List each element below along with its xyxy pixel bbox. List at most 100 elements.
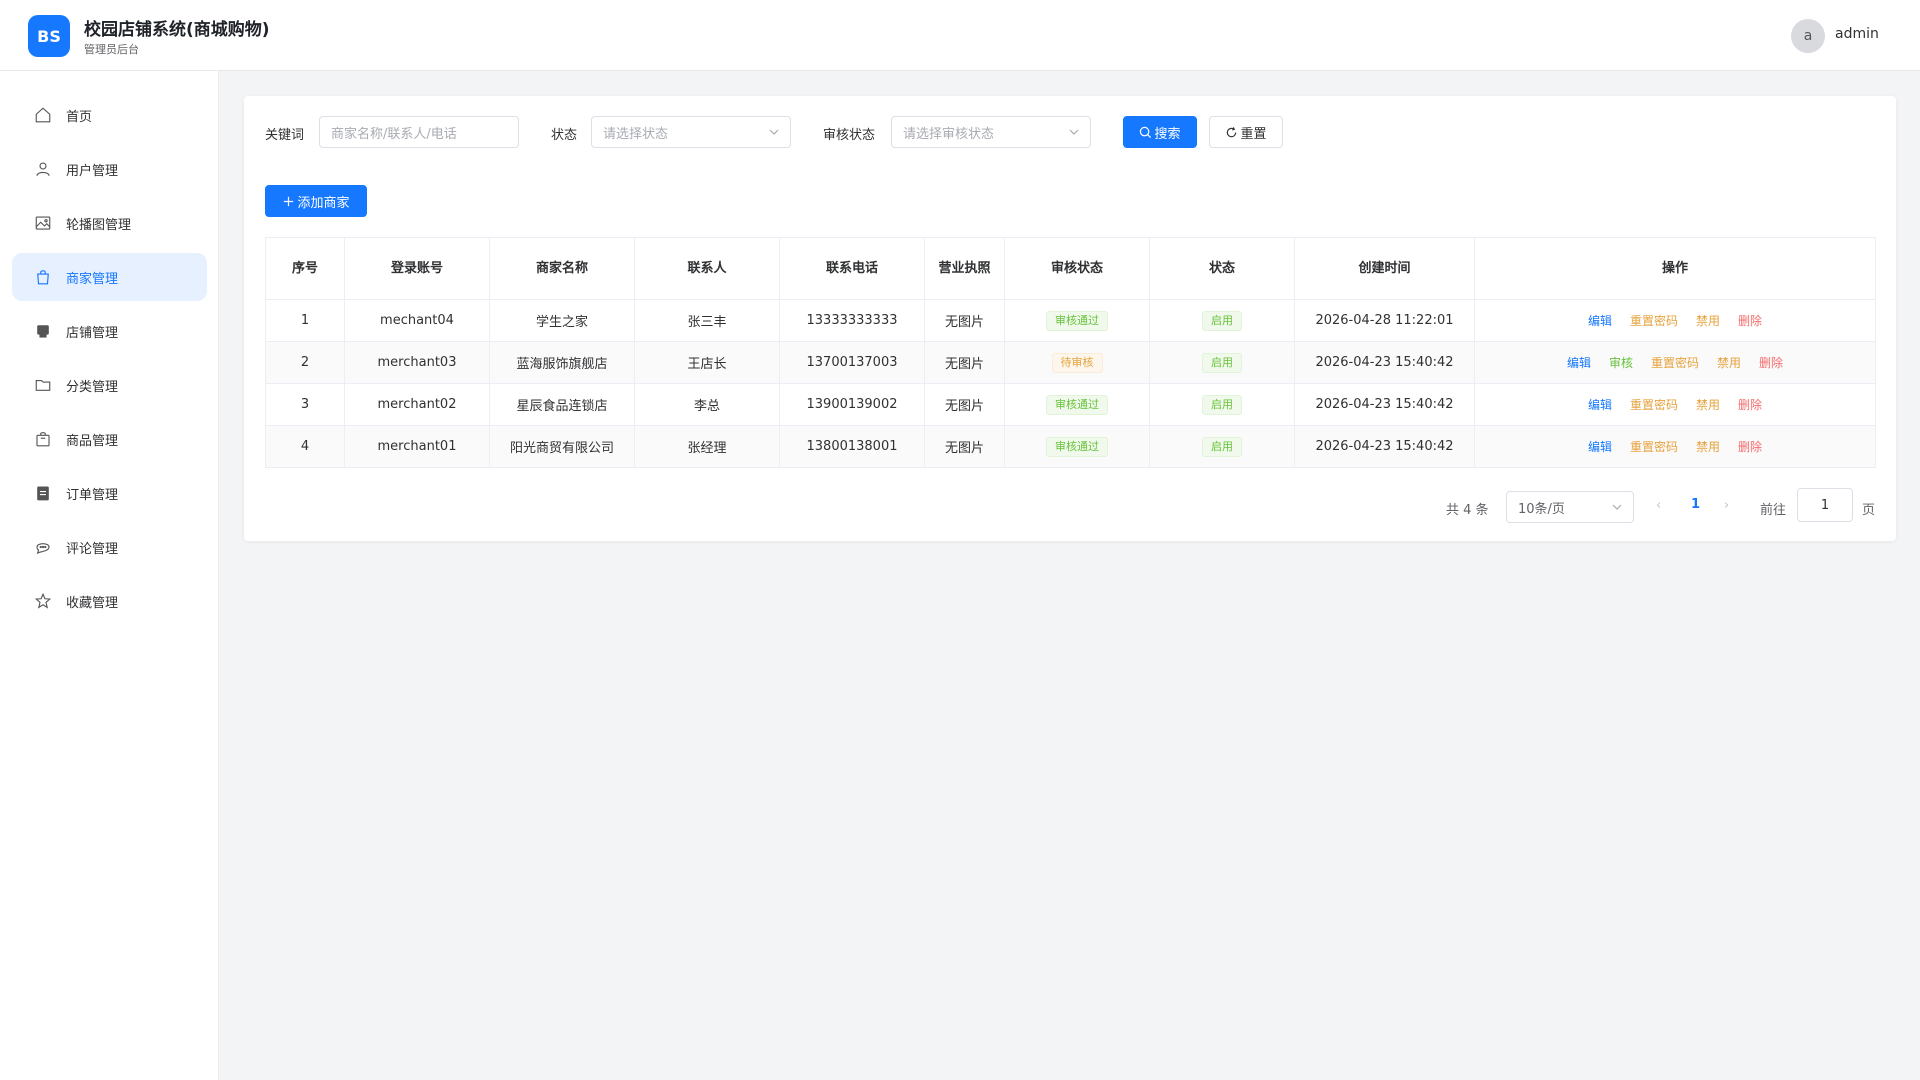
cell-index: 4 <box>265 425 345 468</box>
reset-password-link[interactable]: 重置密码 <box>1630 398 1678 412</box>
edit-link[interactable]: 编辑 <box>1588 440 1612 454</box>
keyword-label: 关键词 <box>265 128 305 143</box>
cell-status: 启用 <box>1149 299 1295 342</box>
home-icon <box>35 107 51 123</box>
column-header: 创建时间 <box>1294 237 1475 300</box>
table-row: 1 mechant04 学生之家 张三丰 13333333333 无图片 审核通… <box>265 299 1876 342</box>
sidebar-item-users[interactable]: 用户管理 <box>12 145 207 193</box>
cell-license: 无图片 <box>924 341 1005 384</box>
cell-phone: 13800138001 <box>779 425 925 468</box>
sidebar-item-label: 评论管理 <box>66 541 119 557</box>
prev-page-icon[interactable]: ‹ <box>1656 498 1661 513</box>
audit-link[interactable]: 审核 <box>1609 356 1633 370</box>
username[interactable]: admin <box>1835 26 1879 42</box>
audit-select-placeholder: 请选择审核状态 <box>903 126 995 142</box>
audit-status-label: 审核状态 <box>823 128 876 143</box>
reset-password-link[interactable]: 重置密码 <box>1651 356 1699 370</box>
merchant-table: 序号 登录账号 商家名称 联系人 联系电话 营业执照 审核状态 状态 创建时间 … <box>265 237 1876 468</box>
delete-link[interactable]: 删除 <box>1759 356 1783 370</box>
cell-account: merchant03 <box>344 341 490 384</box>
sidebar-item-orders[interactable]: 订单管理 <box>12 469 207 517</box>
delete-link[interactable]: 删除 <box>1738 314 1762 328</box>
cell-license: 无图片 <box>924 425 1005 468</box>
sidebar-item-label: 轮播图管理 <box>66 217 132 233</box>
sidebar-item-comments[interactable]: 评论管理 <box>12 523 207 571</box>
column-header: 登录账号 <box>344 237 490 300</box>
cell-contact: 王店长 <box>634 341 780 384</box>
status-label: 状态 <box>551 128 578 143</box>
cell-license: 无图片 <box>924 299 1005 342</box>
disable-link[interactable]: 禁用 <box>1696 398 1720 412</box>
refresh-icon <box>1227 126 1237 137</box>
chevron-down-icon <box>1612 504 1622 510</box>
sidebar-item-label: 店铺管理 <box>66 325 119 341</box>
status-badge: 启用 <box>1202 352 1242 373</box>
sidebar-item-banners[interactable]: 轮播图管理 <box>12 199 207 247</box>
search-button-label: 搜索 <box>1154 126 1181 142</box>
delete-link[interactable]: 删除 <box>1738 440 1762 454</box>
table-row: 2 merchant03 蓝海服饰旗舰店 王店长 13700137003 无图片… <box>265 341 1876 384</box>
cell-name: 阳光商贸有限公司 <box>489 425 635 468</box>
cell-phone: 13333333333 <box>779 299 925 342</box>
chat-icon <box>36 543 50 555</box>
sidebar-item-label: 订单管理 <box>66 487 119 503</box>
sidebar-item-shops[interactable]: 店铺管理 <box>12 307 207 355</box>
plus-icon <box>284 196 294 206</box>
cell-status: 启用 <box>1149 383 1295 426</box>
page-size-select[interactable]: 10条/页 <box>1506 491 1634 523</box>
disable-link[interactable]: 禁用 <box>1696 314 1720 328</box>
edit-link[interactable]: 编辑 <box>1588 314 1612 328</box>
sidebar-item-goods[interactable]: 商品管理 <box>12 415 207 463</box>
cell-status: 启用 <box>1149 425 1295 468</box>
audit-status-badge: 待审核 <box>1051 352 1103 373</box>
column-header: 商家名称 <box>489 237 635 300</box>
cell-actions: 编辑 重置密码 禁用 删除 <box>1474 425 1876 468</box>
reset-button[interactable]: 重置 <box>1209 116 1283 148</box>
sidebar-item-categories[interactable]: 分类管理 <box>12 361 207 409</box>
sidebar: 首页 用户管理 轮播图管理 商家管理 店铺管理 分类管理 商品管理 订单管理 评… <box>0 71 219 1080</box>
reset-password-link[interactable]: 重置密码 <box>1630 314 1678 328</box>
table-row: 4 merchant01 阳光商贸有限公司 张经理 13800138001 无图… <box>265 425 1876 468</box>
status-badge: 启用 <box>1202 310 1242 331</box>
goto-page-input[interactable]: 1 <box>1797 488 1853 522</box>
page-number-current[interactable]: 1 <box>1691 497 1700 512</box>
edit-link[interactable]: 编辑 <box>1567 356 1591 370</box>
folder-icon <box>35 379 51 391</box>
cell-phone: 13900139002 <box>779 383 925 426</box>
avatar[interactable]: a <box>1791 19 1825 53</box>
search-button[interactable]: 搜索 <box>1123 116 1197 148</box>
add-merchant-button[interactable]: 添加商家 <box>265 185 367 217</box>
sidebar-item-home[interactable]: 首页 <box>12 91 207 139</box>
merchant-panel: 关键词 商家名称/联系人/电话 状态 请选择状态 审核状态 请选择审核状态 搜索… <box>244 96 1896 541</box>
keyword-input[interactable]: 商家名称/联系人/电话 <box>319 116 519 148</box>
audit-status-badge: 审核通过 <box>1046 436 1108 457</box>
cell-audit: 审核通过 <box>1004 299 1150 342</box>
cell-account: merchant02 <box>344 383 490 426</box>
disable-link[interactable]: 禁用 <box>1696 440 1720 454</box>
status-select[interactable]: 请选择状态 <box>591 116 791 148</box>
sidebar-item-label: 分类管理 <box>66 379 119 395</box>
reset-password-link[interactable]: 重置密码 <box>1630 440 1678 454</box>
sidebar-item-merchants[interactable]: 商家管理 <box>12 253 207 301</box>
disable-link[interactable]: 禁用 <box>1717 356 1741 370</box>
cell-license: 无图片 <box>924 383 1005 426</box>
top-header: BS 校园店铺系统(商城购物) 管理员后台 a admin <box>0 0 1920 71</box>
audit-status-select[interactable]: 请选择审核状态 <box>891 116 1091 148</box>
edit-link[interactable]: 编辑 <box>1588 398 1612 412</box>
cell-name: 星辰食品连锁店 <box>489 383 635 426</box>
cell-contact: 张三丰 <box>634 299 780 342</box>
delete-link[interactable]: 删除 <box>1738 398 1762 412</box>
cell-index: 1 <box>265 299 345 342</box>
status-badge: 启用 <box>1202 436 1242 457</box>
sidebar-item-favorites[interactable]: 收藏管理 <box>12 577 207 625</box>
column-header: 操作 <box>1474 237 1876 300</box>
audit-status-badge: 审核通过 <box>1046 394 1108 415</box>
cell-name: 蓝海服饰旗舰店 <box>489 341 635 384</box>
cell-audit: 审核通过 <box>1004 383 1150 426</box>
goods-icon <box>36 432 50 447</box>
next-page-icon[interactable]: › <box>1724 498 1729 513</box>
sidebar-item-label: 用户管理 <box>66 163 119 179</box>
cell-account: merchant01 <box>344 425 490 468</box>
cell-contact: 李总 <box>634 383 780 426</box>
cell-created: 2026-04-28 11:22:01 <box>1294 299 1475 342</box>
